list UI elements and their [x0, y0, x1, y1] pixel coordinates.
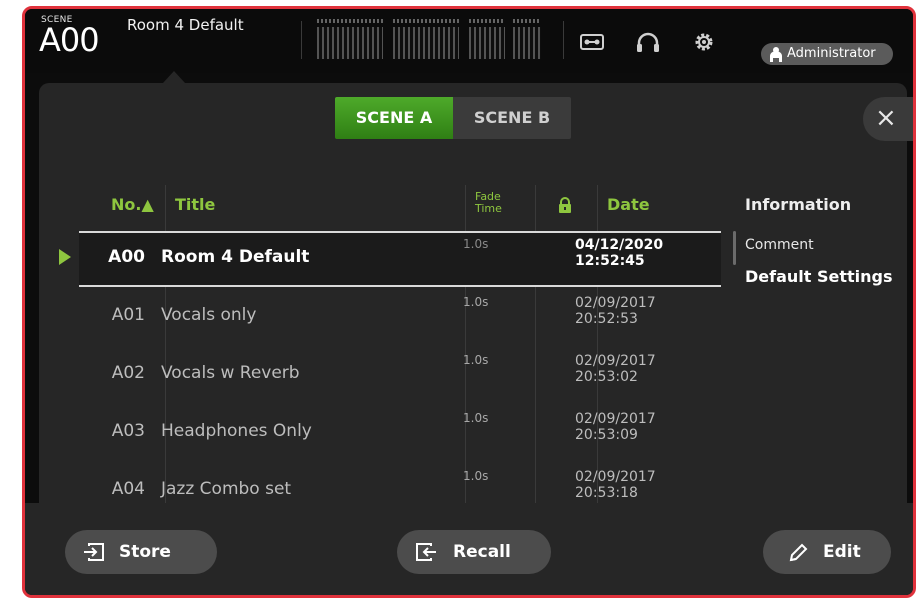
comment-value: Default Settings: [745, 267, 893, 286]
scene-fade-time: 1.0s: [463, 295, 489, 309]
scene-fade-time: 1.0s: [463, 353, 489, 367]
column-header-title[interactable]: Title: [175, 195, 215, 214]
tab-scene-a[interactable]: SCENE A: [335, 97, 453, 139]
channel-meters[interactable]: [317, 19, 559, 61]
user-name: Administrator: [787, 46, 876, 61]
scene-title: Vocals only: [161, 305, 257, 325]
scene-date: 04/12/2020 12:52:45: [575, 237, 664, 269]
recall-label: Recall: [453, 542, 511, 562]
scene-title: Jazz Combo set: [161, 479, 292, 499]
meter-group: [393, 19, 459, 61]
comment-label: Comment: [745, 237, 814, 253]
pencil-icon: [789, 543, 808, 562]
user-icon: [770, 47, 782, 62]
headphones-icon[interactable]: [635, 31, 661, 53]
scene-title: Headphones Only: [161, 421, 312, 441]
column-header-date[interactable]: Date: [607, 195, 650, 214]
scene-number: A04: [111, 479, 145, 499]
tab-scene-b[interactable]: SCENE B: [453, 97, 571, 139]
scene-fade-time: 1.0s: [463, 237, 489, 251]
meter-group: [513, 19, 541, 61]
close-icon: ×: [875, 103, 897, 133]
scene-number: A00: [108, 247, 145, 267]
scene-date: 02/09/2017 20:52:53: [575, 295, 656, 327]
column-header-number[interactable]: No.▲: [111, 195, 154, 214]
recall-icon: [416, 543, 436, 561]
column-header-fade-time[interactable]: Fade Time: [475, 191, 502, 215]
meter-group: [317, 19, 383, 61]
app-frame: SCENE A00 Room 4 Default Administrator S…: [22, 6, 916, 598]
store-label: Store: [119, 542, 171, 562]
current-scene-number[interactable]: A00: [39, 21, 100, 59]
store-button[interactable]: Store: [65, 530, 217, 574]
scene-number: A02: [111, 363, 145, 383]
scene-date: 02/09/2017 20:53:02: [575, 353, 656, 385]
column-header-information: Information: [745, 195, 852, 214]
popup-pointer: [163, 71, 185, 83]
table-row[interactable]: A03 Headphones Only 1.0s 02/09/2017 20:53…: [79, 405, 721, 461]
current-scene-name[interactable]: Room 4 Default: [127, 17, 277, 34]
recorder-icon[interactable]: [579, 31, 605, 53]
scene-fade-time: 1.0s: [463, 469, 489, 483]
recall-button[interactable]: Recall: [397, 530, 551, 574]
lock-icon[interactable]: [558, 197, 572, 213]
table-row[interactable]: A02 Vocals w Reverb 1.0s 02/09/2017 20:53…: [79, 347, 721, 403]
table-row[interactable]: A00 Room 4 Default 1.0s 04/12/2020 12:52:…: [59, 231, 721, 287]
user-badge[interactable]: Administrator: [761, 43, 893, 65]
top-bar: SCENE A00 Room 4 Default Administrator: [25, 9, 913, 73]
scene-title: Vocals w Reverb: [161, 363, 300, 383]
edit-label: Edit: [823, 542, 861, 562]
meter-group: [469, 19, 505, 61]
close-button[interactable]: ×: [863, 97, 913, 141]
scene-number: A03: [111, 421, 145, 441]
scene-date: 02/09/2017 20:53:09: [575, 411, 656, 443]
scene-title: Room 4 Default: [161, 247, 310, 267]
scene-fade-time: 1.0s: [463, 411, 489, 425]
edit-button[interactable]: Edit: [763, 530, 891, 574]
scene-number: A01: [111, 305, 145, 325]
store-icon: [84, 543, 104, 561]
divider: [301, 21, 302, 59]
divider: [563, 21, 564, 59]
table-row[interactable]: A01 Vocals only 1.0s 02/09/2017 20:52:53: [79, 289, 721, 345]
gear-icon[interactable]: [691, 31, 717, 53]
scene-date: 02/09/2017 20:53:18: [575, 469, 656, 501]
play-indicator-icon: [59, 249, 71, 265]
list-scrollbar[interactable]: [733, 231, 736, 265]
